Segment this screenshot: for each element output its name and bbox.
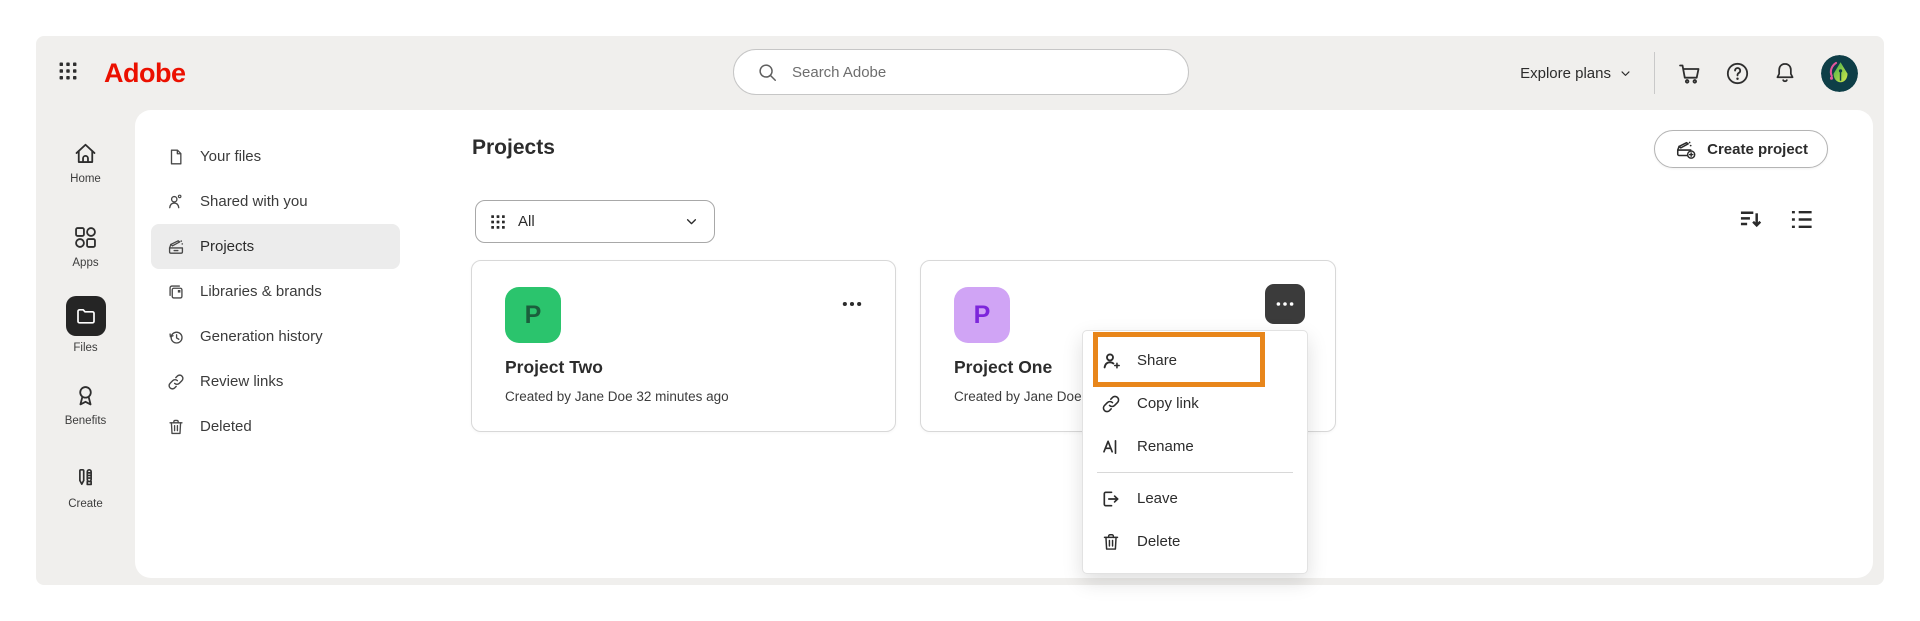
rail-item-label: Apps — [72, 257, 98, 269]
user-avatar[interactable] — [1821, 55, 1858, 92]
project-tile: P — [954, 287, 1010, 343]
header-left: Adobe — [58, 36, 186, 110]
adobe-logo[interactable]: Adobe — [104, 58, 186, 89]
more-options-button[interactable] — [839, 291, 865, 322]
sidebar-item-label: Libraries & brands — [200, 283, 322, 300]
header-divider — [1654, 52, 1655, 94]
bell-icon[interactable] — [1772, 60, 1798, 86]
more-options-icon — [1273, 292, 1297, 316]
menu-item-rename[interactable]: Rename — [1083, 425, 1307, 468]
menu-item-label: Share — [1137, 352, 1177, 369]
sidebar-item-label: Deleted — [200, 418, 252, 435]
filter-dropdown[interactable]: All — [475, 200, 715, 243]
menu-item-delete[interactable]: Delete — [1083, 520, 1307, 563]
sidebar-item-shared-with-you[interactable]: Shared with you — [151, 179, 400, 224]
project-tile: P — [505, 287, 561, 343]
menu-item-share[interactable]: Share — [1083, 339, 1307, 382]
more-options-button-active[interactable] — [1265, 284, 1305, 324]
sort-icon[interactable] — [1737, 206, 1764, 233]
menu-item-leave[interactable]: Leave — [1083, 477, 1307, 520]
explore-plans-button[interactable]: Explore plans — [1520, 65, 1633, 82]
sidebar-item-generation-history[interactable]: Generation history — [151, 314, 400, 359]
menu-item-label: Rename — [1137, 438, 1194, 455]
sidebar-item-projects[interactable]: Projects — [151, 224, 400, 269]
sidebar-item-label: Generation history — [200, 328, 323, 345]
create-project-button[interactable]: Create project — [1654, 130, 1828, 168]
files-sidebar: Your files Shared with you Projects Libr… — [151, 134, 400, 449]
link-icon — [166, 372, 186, 392]
project-context-menu: Share Copy link Rename Leave D — [1082, 330, 1308, 574]
project-tile-letter: P — [974, 301, 991, 330]
home-icon — [72, 140, 99, 167]
sidebar-item-review-links[interactable]: Review links — [151, 359, 400, 404]
sidebar-item-your-files[interactable]: Your files — [151, 134, 400, 179]
benefits-icon — [72, 382, 99, 409]
rename-icon — [1100, 436, 1122, 458]
grid-icon — [490, 214, 506, 230]
project-name: Project One — [954, 357, 1052, 378]
files-active-tile — [66, 296, 106, 336]
more-options-icon — [839, 291, 865, 317]
sidebar-item-label: Review links — [200, 373, 283, 390]
project-card-project-two[interactable]: P Project Two Created by Jane Doe 32 min… — [471, 260, 896, 432]
view-controls — [1737, 206, 1815, 233]
chevron-down-icon — [1618, 66, 1633, 81]
search-input[interactable] — [790, 63, 1172, 82]
menu-item-label: Copy link — [1137, 395, 1199, 412]
rail-item-create[interactable]: Create — [36, 465, 135, 510]
rail-item-benefits[interactable]: Benefits — [36, 382, 135, 427]
rail-item-label: Home — [70, 173, 101, 185]
sidebar-item-label: Projects — [200, 238, 254, 255]
chevron-down-icon — [683, 213, 700, 230]
create-project-label: Create project — [1707, 141, 1808, 158]
menu-item-copy-link[interactable]: Copy link — [1083, 382, 1307, 425]
sidebar-item-deleted[interactable]: Deleted — [151, 404, 400, 449]
projects-icon — [166, 237, 186, 257]
delete-icon — [1100, 531, 1122, 553]
apps-icon — [72, 224, 99, 251]
create-icon — [72, 465, 99, 492]
create-project-icon — [1674, 138, 1697, 161]
help-icon[interactable] — [1724, 60, 1751, 87]
cart-icon[interactable] — [1676, 60, 1703, 87]
history-icon — [166, 327, 186, 347]
filter-value: All — [518, 213, 535, 230]
rail-item-label: Benefits — [65, 415, 107, 427]
search-icon — [756, 61, 778, 83]
sidebar-item-libraries-brands[interactable]: Libraries & brands — [151, 269, 400, 314]
sidebar-item-label: Shared with you — [200, 193, 308, 210]
rail-item-files[interactable]: Files — [36, 296, 135, 354]
leave-icon — [1100, 488, 1122, 510]
file-icon — [166, 147, 186, 167]
menu-item-label: Leave — [1137, 490, 1178, 507]
rail-item-label: Create — [68, 498, 103, 510]
rail-item-home[interactable]: Home — [36, 140, 135, 185]
trash-icon — [166, 417, 186, 437]
explore-plans-label: Explore plans — [1520, 65, 1611, 82]
libraries-icon — [166, 282, 186, 302]
app-launcher-icon[interactable] — [58, 61, 78, 86]
shared-icon — [166, 192, 186, 212]
rail-item-apps[interactable]: Apps — [36, 224, 135, 269]
header-right: Explore plans — [1520, 36, 1858, 110]
project-tile-letter: P — [525, 301, 542, 330]
menu-divider — [1097, 472, 1293, 473]
copy-link-icon — [1100, 393, 1122, 415]
global-search[interactable] — [733, 49, 1189, 95]
rail-item-label: Files — [73, 342, 97, 354]
sidebar-item-label: Your files — [200, 148, 261, 165]
list-view-icon[interactable] — [1788, 206, 1815, 233]
page-title: Projects — [472, 136, 555, 160]
app-window: Adobe Explore plans — [0, 0, 1920, 621]
share-icon — [1100, 350, 1122, 372]
project-meta: Created by Jane Doe 32 minutes ago — [505, 389, 729, 404]
folder-icon — [74, 304, 98, 328]
menu-item-label: Delete — [1137, 533, 1180, 550]
project-name: Project Two — [505, 357, 603, 378]
